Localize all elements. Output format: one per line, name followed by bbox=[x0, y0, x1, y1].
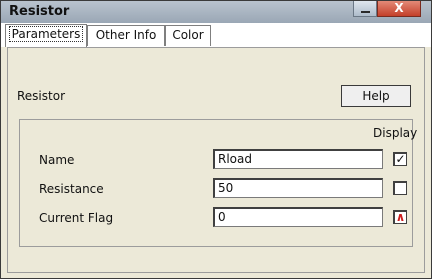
name-input[interactable]: Rload bbox=[213, 149, 383, 169]
tab-color-label: Color bbox=[172, 28, 204, 42]
tab-parameters-label: Parameters bbox=[8, 26, 84, 42]
title-bar[interactable]: Resistor X bbox=[1, 1, 431, 23]
help-button[interactable]: Help bbox=[341, 85, 411, 107]
name-display-checkbox[interactable]: ✓ bbox=[393, 152, 407, 166]
current-flag-input[interactable]: 0 bbox=[213, 207, 383, 227]
display-column-header: Display bbox=[373, 126, 418, 140]
tab-color[interactable]: Color bbox=[165, 25, 211, 46]
tab-parameters[interactable]: Parameters bbox=[5, 24, 87, 47]
minimize-icon bbox=[361, 11, 370, 13]
tab-strip: Parameters Other Info Color bbox=[1, 23, 431, 47]
resistance-display-checkbox[interactable] bbox=[393, 181, 407, 195]
current-flag-label: Current Flag bbox=[39, 211, 114, 225]
resistance-label: Resistance bbox=[39, 182, 104, 196]
current-flag-display-checkbox[interactable]: ∧ bbox=[393, 210, 407, 224]
section-title: Resistor bbox=[17, 89, 65, 103]
tab-other-info-label: Other Info bbox=[95, 28, 157, 42]
resistor-dialog: Resistor X Parameters Other Info Color R… bbox=[0, 0, 432, 279]
resistance-input[interactable]: 50 bbox=[213, 178, 383, 198]
close-button[interactable]: X bbox=[377, 1, 421, 17]
minimize-button[interactable] bbox=[353, 1, 377, 17]
window-title: Resistor bbox=[9, 4, 70, 19]
name-label: Name bbox=[39, 153, 75, 167]
tab-other-info[interactable]: Other Info bbox=[87, 25, 165, 46]
